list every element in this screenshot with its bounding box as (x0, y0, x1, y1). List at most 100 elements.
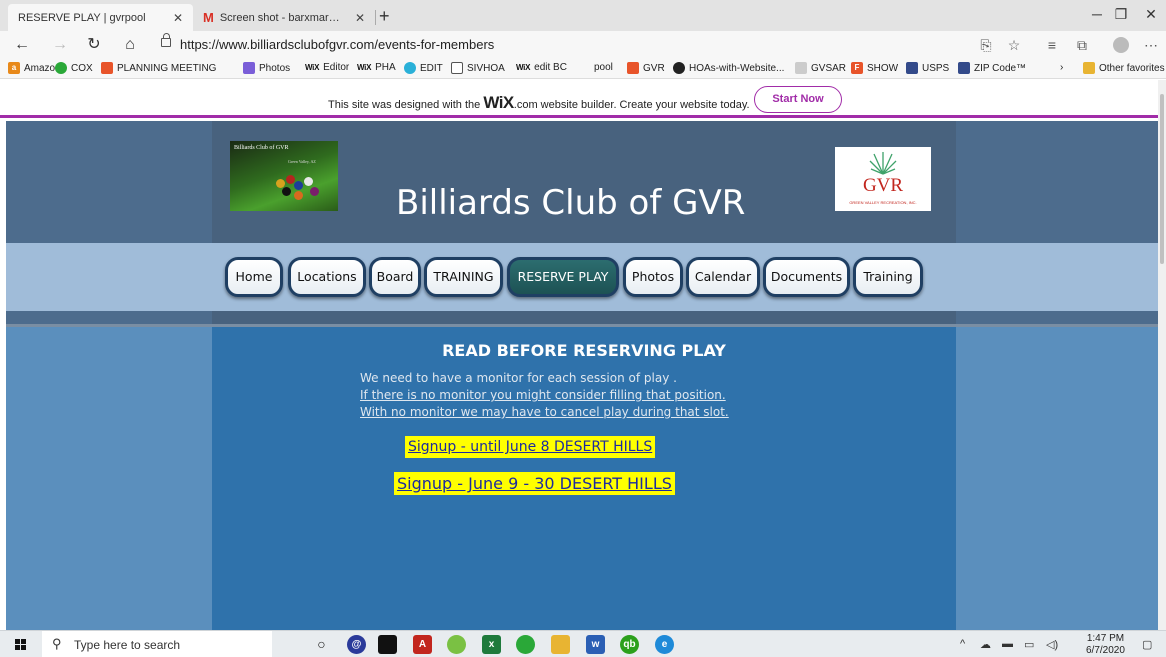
network-icon[interactable]: ▭ (1024, 638, 1034, 651)
wix-icon: WiX (516, 63, 531, 72)
fav-photos[interactable]: Photos (243, 62, 290, 74)
nav-home[interactable]: Home (225, 257, 283, 297)
meeting-icon (101, 62, 113, 74)
nav-training-upper[interactable]: TRAINING (424, 257, 503, 297)
onedrive-icon[interactable]: ☁ (980, 638, 991, 651)
page-icon (795, 62, 807, 74)
url-field[interactable]: https://www.billiardsclubofgvr.com/event… (180, 37, 494, 52)
wix-banner-text: This site was designed with the WiX.com … (328, 93, 750, 112)
nav-board[interactable]: Board (369, 257, 421, 297)
battery-icon[interactable]: ▬ (1002, 638, 1013, 650)
read-aloud-icon[interactable]: ⎘ (975, 35, 997, 55)
tab-gmail[interactable]: M Screen shot - barxmar@gmail.co ✕ (193, 4, 375, 31)
scroll-thumb[interactable] (1160, 94, 1164, 264)
fav-hoas[interactable]: HOAs-with-Website... (673, 62, 784, 74)
tab-strip: RESERVE PLAY | gvrpool ✕ M Screen shot -… (0, 0, 1166, 31)
notifications-icon[interactable]: ▢ (1142, 638, 1152, 651)
profile-avatar-icon[interactable] (1113, 37, 1129, 53)
quickbooks-icon[interactable]: qb (620, 635, 639, 654)
fav-edit-bc[interactable]: WiX edit BC (516, 62, 567, 73)
tab-reserve-play[interactable]: RESERVE PLAY | gvrpool ✕ (8, 4, 193, 31)
wix-banner: This site was designed with the WiX.com … (0, 80, 1158, 118)
windows-start-icon[interactable] (15, 639, 27, 651)
chevron-right-icon[interactable]: › (1060, 62, 1063, 73)
fav-pool[interactable]: pool (594, 62, 613, 73)
folder-icon (1083, 62, 1095, 74)
nav-locations[interactable]: Locations (288, 257, 366, 297)
store-icon[interactable] (378, 635, 397, 654)
fav-usps[interactable]: USPS (906, 62, 949, 74)
fav-edit[interactable]: EDIT (404, 62, 443, 74)
ball-icon (304, 177, 313, 186)
fav-gvr[interactable]: GVR (627, 62, 665, 74)
ball-icon (310, 187, 319, 196)
show-icon: F (851, 62, 863, 74)
file-explorer-icon[interactable] (551, 635, 570, 654)
nav-strip-right (956, 311, 1158, 324)
chrome-icon[interactable] (516, 635, 535, 654)
fav-planning-meeting[interactable]: PLANNING MEETING (101, 62, 216, 74)
other-favorites[interactable]: Other favorites (1083, 62, 1165, 74)
close-tab-icon[interactable]: ✕ (355, 11, 365, 25)
wix-icon: WiX (357, 63, 372, 72)
app-icon[interactable] (447, 635, 466, 654)
fav-amazon[interactable]: a Amazon (8, 62, 61, 74)
fav-sivhoa[interactable]: SIVHOA (451, 62, 505, 74)
home-icon[interactable]: ⌂ (118, 34, 142, 56)
lock-icon[interactable] (161, 33, 171, 47)
gvr-logo[interactable]: GVR GREEN VALLEY RECREATION, INC. (835, 147, 931, 211)
tab-title: Screen shot - barxmar@gmail.co (219, 11, 349, 24)
back-icon[interactable]: ← (10, 34, 34, 56)
nav-documents[interactable]: Documents (763, 257, 850, 297)
clock[interactable]: 1:47 PM 6/7/2020 (1086, 633, 1125, 657)
chevron-up-icon[interactable]: ^ (960, 638, 965, 650)
tab-title: RESERVE PLAY | gvrpool (18, 11, 146, 24)
usps-icon (958, 62, 970, 74)
search-icon: ⚲ (52, 636, 62, 651)
nav-photos[interactable]: Photos (623, 257, 683, 297)
forward-icon[interactable]: → (48, 34, 72, 56)
gvr-icon (627, 62, 639, 74)
refresh-icon[interactable]: ↻ (82, 34, 106, 56)
gvr-agave-icon (869, 152, 897, 175)
amazon-icon: a (8, 62, 20, 74)
collections-icon[interactable]: ⧉ (1071, 35, 1093, 55)
word-icon[interactable]: w (586, 635, 605, 654)
more-menu-icon[interactable]: ⋯ (1140, 35, 1162, 55)
fav-editor[interactable]: WiX Editor (305, 62, 349, 73)
nav-reserve-play[interactable]: RESERVE PLAY (507, 257, 619, 297)
taskbar-search[interactable]: ⚲ Type here to search (42, 631, 272, 657)
start-now-button[interactable]: Start Now (754, 86, 842, 113)
close-tab-icon[interactable]: ✕ (173, 11, 183, 25)
close-window-icon[interactable]: ✕ (1128, 0, 1166, 31)
new-tab-icon[interactable]: + (379, 6, 390, 27)
favorite-star-icon[interactable]: ☆ (1003, 35, 1025, 55)
excel-icon[interactable]: x (482, 635, 501, 654)
fav-zip-code[interactable]: ZIP Code™ (958, 62, 1026, 74)
fav-gvsar[interactable]: GVSAR (795, 62, 846, 74)
usps-icon (906, 62, 918, 74)
fav-show[interactable]: F SHOW (851, 62, 898, 74)
page-scrollbar[interactable] (1158, 80, 1166, 630)
favorites-list-icon[interactable]: ≡ (1041, 35, 1063, 55)
monitor-note-line3[interactable]: With no monitor we may have to cancel pl… (360, 405, 729, 419)
wix-icon: WiX (305, 63, 320, 72)
fav-pha[interactable]: WiX PHA (357, 62, 396, 73)
fav-cox[interactable]: COX (55, 62, 93, 74)
edge-icon[interactable]: e (655, 635, 674, 654)
page-icon (451, 62, 463, 74)
signup-link-june-9-30[interactable]: Signup - June 9 - 30 DESERT HILLS (394, 472, 675, 495)
gmail-icon: M (203, 10, 214, 25)
nav-training[interactable]: Training (853, 257, 923, 297)
security-icon[interactable]: @ (347, 635, 366, 654)
site-title: Billiards Club of GVR (396, 183, 746, 223)
nav-calendar[interactable]: Calendar (686, 257, 760, 297)
volume-icon[interactable]: ◁) (1046, 638, 1058, 651)
acrobat-icon[interactable]: A (413, 635, 432, 654)
cortana-icon[interactable]: ○ (312, 635, 331, 654)
monitor-note-line1: We need to have a monitor for each sessi… (360, 371, 677, 385)
favorites-bar: a Amazon COX PLANNING MEETING Photos WiX E… (0, 59, 1166, 79)
monitor-note-line2[interactable]: If there is no monitor you might conside… (360, 388, 726, 402)
signup-link-june-8[interactable]: Signup - until June 8 DESERT HILLS (405, 436, 656, 458)
billiards-logo[interactable]: Billiards Club of GVR Green Valley, AZ (230, 141, 338, 211)
